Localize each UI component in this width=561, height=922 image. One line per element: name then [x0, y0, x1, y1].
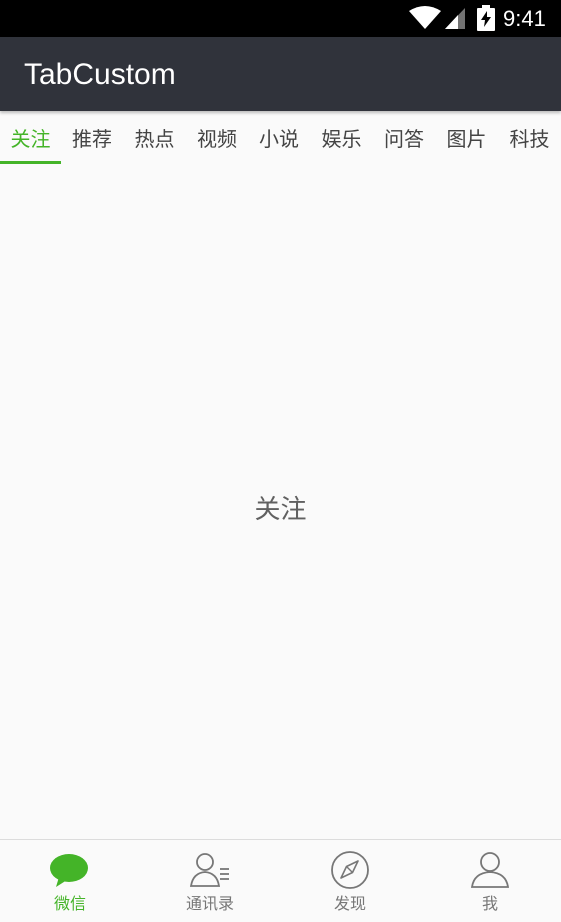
chat-bubble-icon: [50, 854, 88, 887]
app-title: TabCustom: [24, 58, 176, 91]
bottom-nav-item-discover[interactable]: 发现: [280, 840, 420, 922]
tab-tech[interactable]: 科技: [498, 114, 561, 164]
bottom-nav-label: 我: [481, 894, 498, 913]
tab-indicator: [0, 161, 61, 164]
bottom-nav-item-wechat[interactable]: 微信: [0, 840, 140, 922]
tab-entertainment[interactable]: 娱乐: [310, 114, 373, 164]
tab-qa[interactable]: 问答: [373, 114, 435, 164]
bottom-nav-label: 通讯录: [185, 894, 234, 913]
tab-video[interactable]: 视频: [186, 114, 248, 164]
bottom-nav-label: 发现: [333, 894, 366, 913]
tab-hot[interactable]: 热点: [123, 114, 186, 164]
wifi-icon: [409, 6, 441, 29]
status-time: 9:41: [503, 6, 546, 31]
cell-signal-icon: [445, 8, 465, 29]
tab-pictures[interactable]: 图片: [435, 114, 498, 164]
battery-charging-icon: [477, 5, 495, 31]
tab-strip: 关注 推荐 热点 视频 小说 娱乐 问答 图片 科技: [0, 114, 561, 164]
bottom-nav-label: 微信: [53, 894, 86, 913]
person-icon: [470, 852, 510, 888]
tab-novel[interactable]: 小说: [248, 114, 310, 164]
bottom-nav: 微信 通讯录 发现 我: [0, 840, 561, 922]
bottom-nav-item-contacts[interactable]: 通讯录: [140, 840, 280, 922]
bottom-nav-item-me[interactable]: 我: [420, 840, 560, 922]
page-content-label: 关注: [254, 495, 307, 525]
app-screen: 9:41 TabCustom 关注 推荐 热点 视频 小说 娱乐 问答 图片 科…: [0, 0, 561, 922]
tab-recommend[interactable]: 推荐: [61, 114, 123, 164]
status-bar: 9:41: [0, 0, 561, 37]
compass-icon: [331, 851, 369, 889]
tab-follow[interactable]: 关注: [0, 114, 61, 164]
app-bar: TabCustom: [0, 37, 561, 111]
contacts-icon: [189, 853, 229, 887]
